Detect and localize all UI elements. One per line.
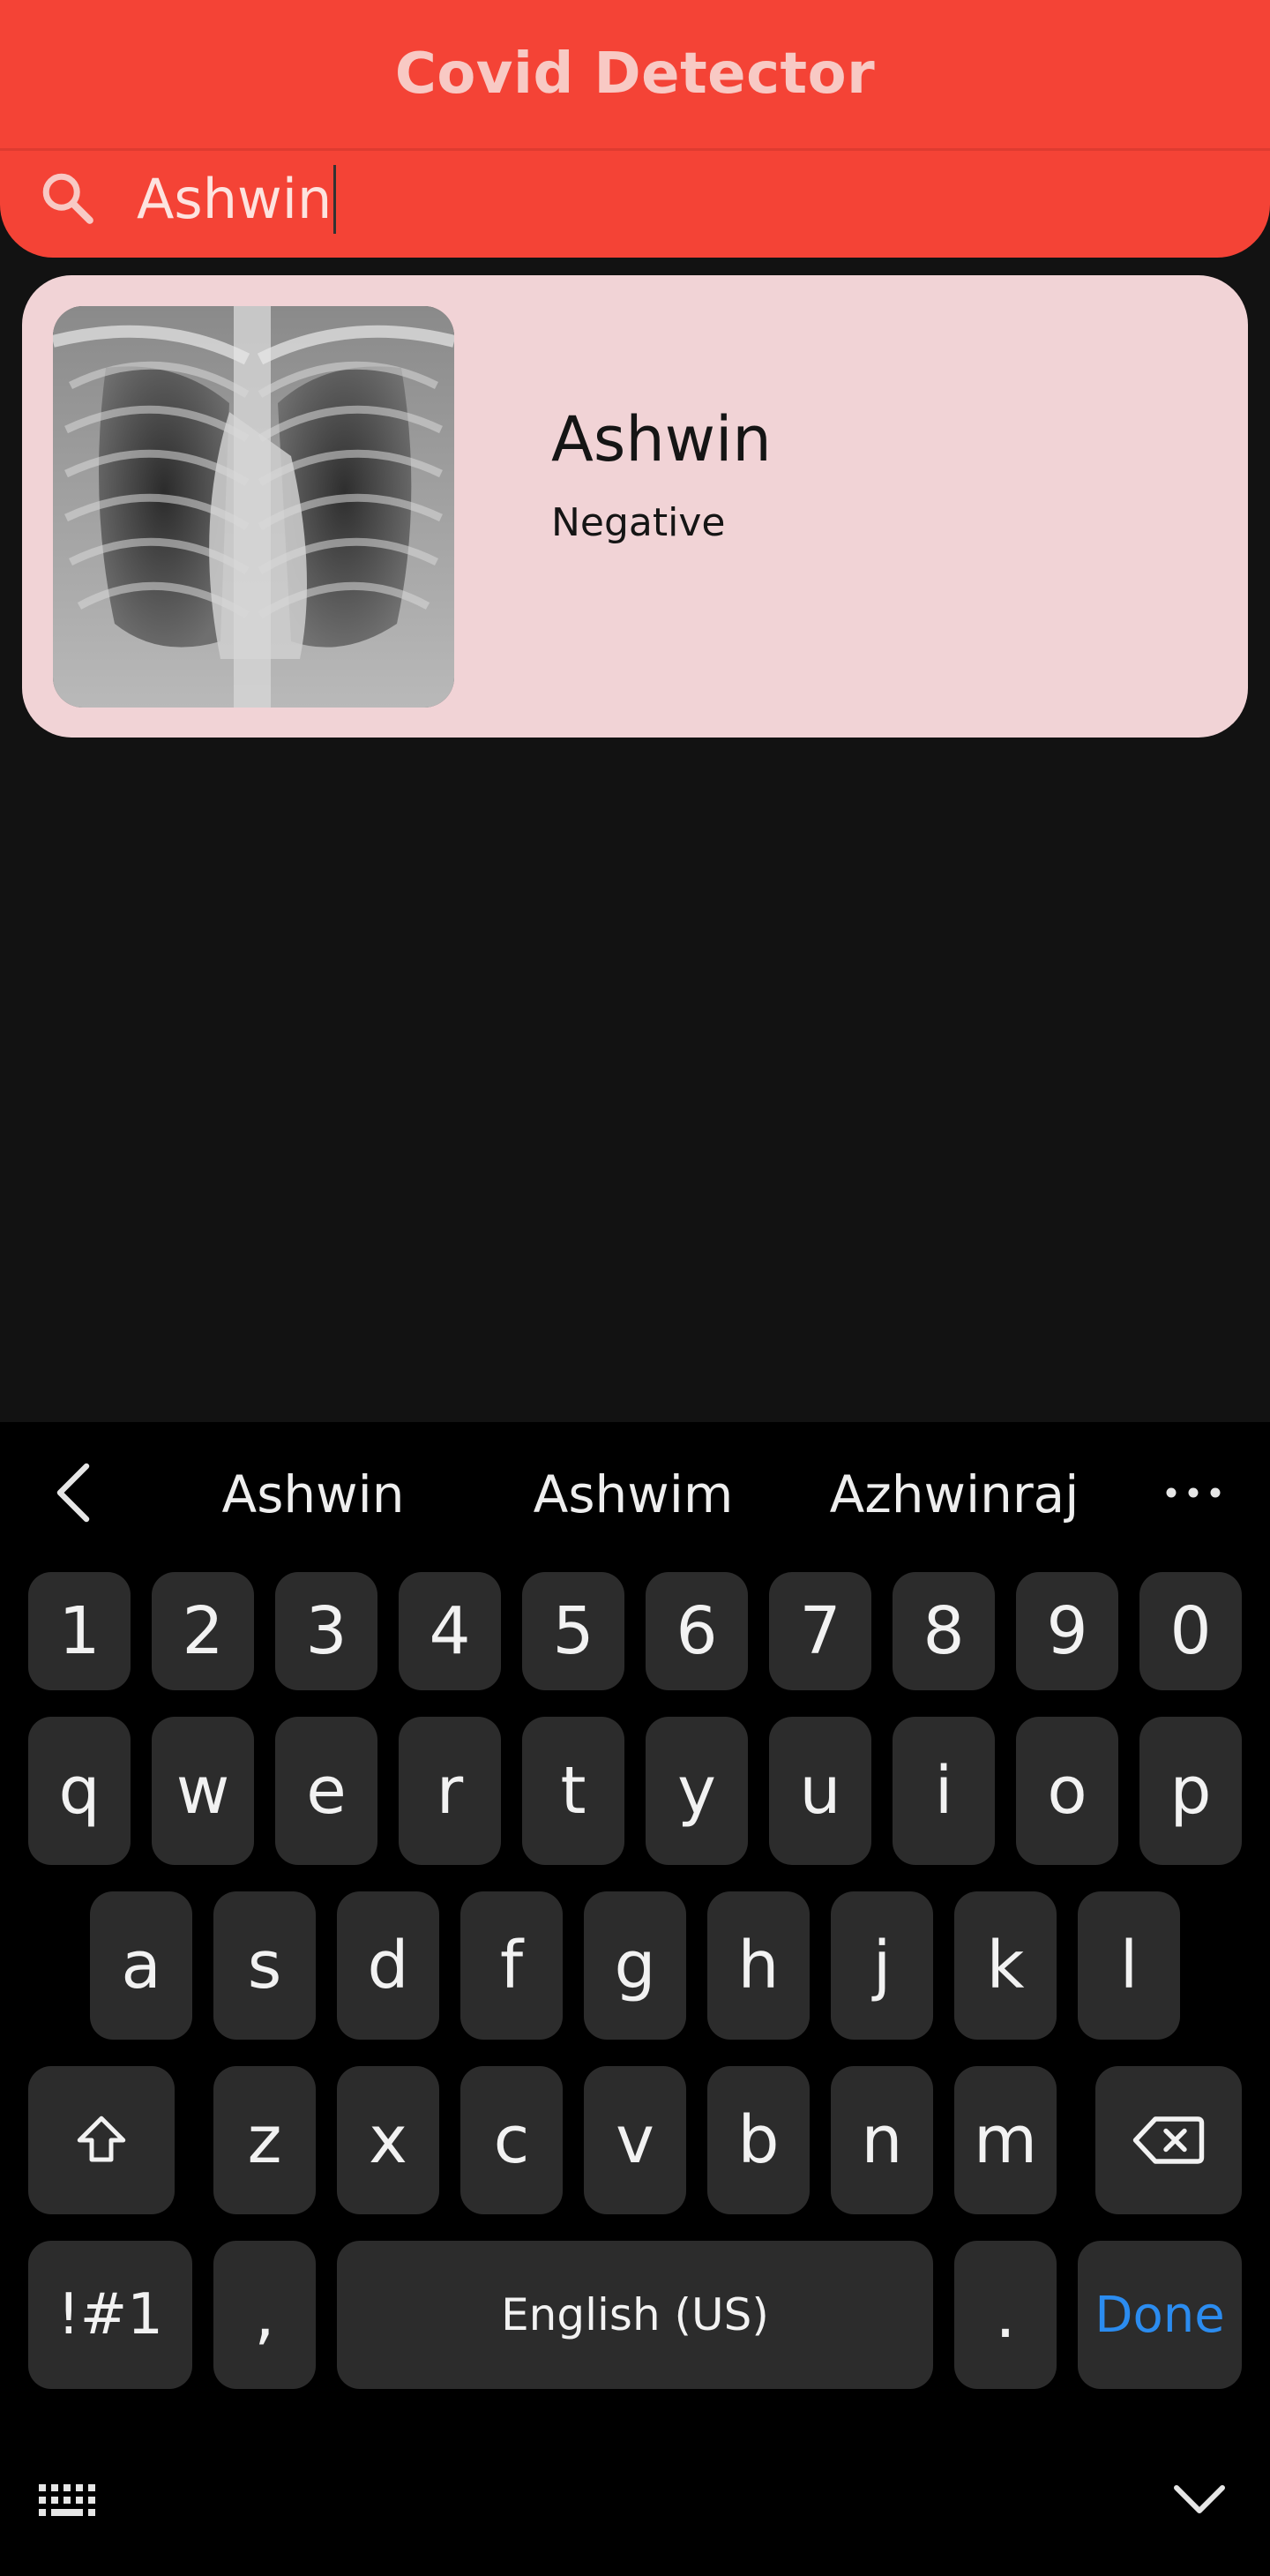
- key-0[interactable]: 0: [1139, 1572, 1242, 1690]
- key-r[interactable]: r: [399, 1717, 501, 1865]
- key-b[interactable]: b: [707, 2066, 810, 2214]
- key-4[interactable]: 4: [399, 1572, 501, 1690]
- key-2[interactable]: 2: [152, 1572, 254, 1690]
- key-x[interactable]: x: [337, 2066, 439, 2214]
- suggestion-1[interactable]: Ashwin: [168, 1459, 459, 1530]
- chevron-down-icon[interactable]: [1171, 2477, 1228, 2520]
- key-h[interactable]: h: [707, 1891, 810, 2040]
- period-key[interactable]: .: [954, 2241, 1057, 2389]
- key-a[interactable]: a: [90, 1891, 192, 2040]
- keyboard-icon[interactable]: [37, 2479, 102, 2521]
- key-k[interactable]: k: [954, 1891, 1057, 2040]
- key-j[interactable]: j: [831, 1891, 933, 2040]
- key-w[interactable]: w: [152, 1717, 254, 1865]
- app-title: Covid Detector: [394, 41, 876, 107]
- key-v[interactable]: v: [584, 2066, 686, 2214]
- key-7[interactable]: 7: [769, 1572, 871, 1690]
- key-p[interactable]: p: [1139, 1717, 1242, 1865]
- key-8[interactable]: 8: [893, 1572, 995, 1690]
- key-t[interactable]: t: [522, 1717, 624, 1865]
- key-o[interactable]: o: [1016, 1717, 1118, 1865]
- key-6[interactable]: 6: [646, 1572, 748, 1690]
- text-caret: [333, 165, 337, 234]
- test-result-status: Negative: [551, 500, 726, 545]
- key-d[interactable]: d: [337, 1891, 439, 2040]
- key-z[interactable]: z: [213, 2066, 316, 2214]
- key-u[interactable]: u: [769, 1717, 871, 1865]
- key-3[interactable]: 3: [275, 1572, 377, 1690]
- key-e[interactable]: e: [275, 1717, 377, 1865]
- key-g[interactable]: g: [584, 1891, 686, 2040]
- key-y[interactable]: y: [646, 1717, 748, 1865]
- backspace-icon: [1132, 2116, 1205, 2164]
- key-n[interactable]: n: [831, 2066, 933, 2214]
- result-card[interactable]: Ashwin Negative: [22, 275, 1248, 738]
- chevron-left-icon[interactable]: [51, 1462, 95, 1524]
- shift-icon: [77, 2115, 126, 2162]
- key-i[interactable]: i: [893, 1717, 995, 1865]
- key-l[interactable]: l: [1078, 1891, 1180, 2040]
- search-input[interactable]: Ashwin: [137, 164, 337, 235]
- key-1[interactable]: 1: [28, 1572, 131, 1690]
- key-s[interactable]: s: [213, 1891, 316, 2040]
- shift-key[interactable]: [28, 2066, 175, 2214]
- search-bar[interactable]: Ashwin: [0, 152, 1270, 249]
- suggestion-2[interactable]: Ashwim: [488, 1459, 779, 1530]
- search-input-value: Ashwin: [137, 167, 332, 231]
- key-9[interactable]: 9: [1016, 1572, 1118, 1690]
- chest-xray-image: [53, 306, 454, 708]
- comma-key[interactable]: ,: [213, 2241, 316, 2389]
- patient-name: Ashwin: [551, 403, 772, 476]
- suggestion-3[interactable]: Azhwinraj: [809, 1459, 1100, 1530]
- search-icon[interactable]: [37, 168, 99, 229]
- more-icon[interactable]: [1162, 1479, 1224, 1506]
- done-key[interactable]: Done: [1078, 2241, 1242, 2389]
- app-bar-divider: [0, 148, 1270, 151]
- key-m[interactable]: m: [954, 2066, 1057, 2214]
- suggestion-bar: Ashwin Ashwim Azhwinraj: [0, 1422, 1270, 1554]
- key-f[interactable]: f: [460, 1891, 563, 2040]
- backspace-key[interactable]: [1095, 2066, 1242, 2214]
- key-5[interactable]: 5: [522, 1572, 624, 1690]
- key-c[interactable]: c: [460, 2066, 563, 2214]
- symbols-key[interactable]: !#1: [28, 2241, 192, 2389]
- key-q[interactable]: q: [28, 1717, 131, 1865]
- space-key[interactable]: English (US): [337, 2241, 933, 2389]
- app-bar: Covid Detector Ashwin: [0, 0, 1270, 258]
